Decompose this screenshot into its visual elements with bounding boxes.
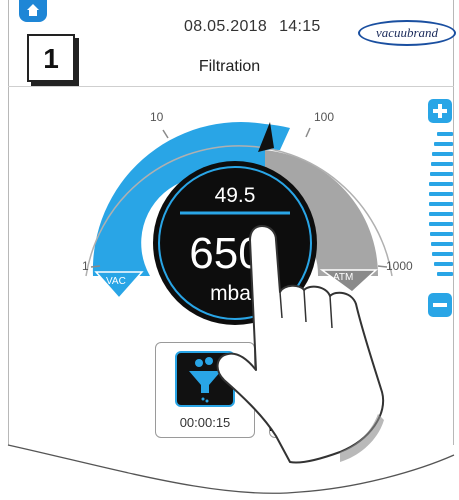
pointing-hand-icon xyxy=(216,225,385,464)
device-screen: 08.05.2018 14:15 vacuubrand 1 Filtration … xyxy=(0,0,459,500)
